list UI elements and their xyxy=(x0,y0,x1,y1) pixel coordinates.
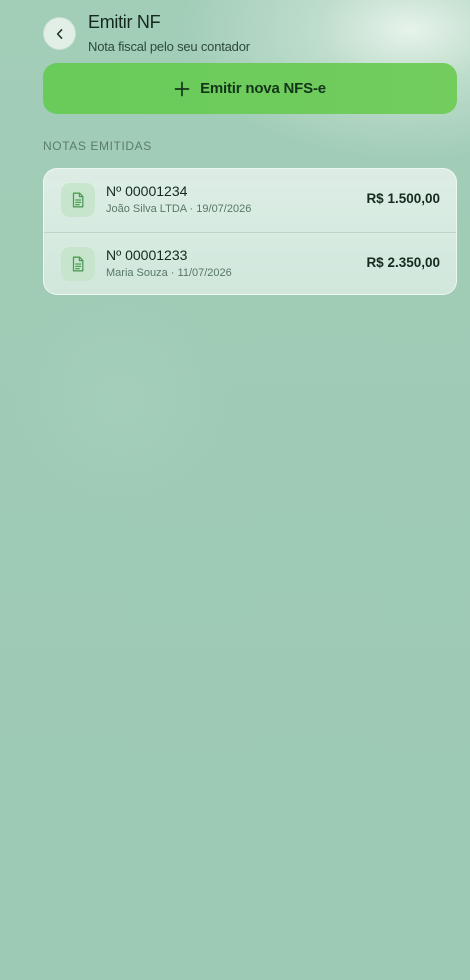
note-meta: João Silva LTDA · 19/07/2026 xyxy=(106,203,252,215)
note-number: Nº 00001233 xyxy=(106,247,188,263)
note-row[interactable]: Nº 00001234 João Silva LTDA · 19/07/2026… xyxy=(44,169,456,232)
note-row[interactable]: Nº 00001233 Maria Souza · 11/07/2026 R$ … xyxy=(44,232,456,294)
chevron-left-icon xyxy=(56,28,62,39)
page-subtitle: Nota fiscal pelo seu contador xyxy=(88,39,250,54)
plus-icon xyxy=(174,81,190,96)
note-number: Nº 00001234 xyxy=(106,183,188,199)
page-title: Emitir NF xyxy=(88,12,161,32)
note-amount: R$ 1.500,00 xyxy=(366,191,440,206)
section-label: NOTAS EMITIDAS xyxy=(43,139,152,153)
page-header: Emitir NF Nota fiscal pelo seu contador xyxy=(43,12,457,56)
note-meta: Maria Souza · 11/07/2026 xyxy=(106,267,232,279)
document-icon xyxy=(61,183,95,217)
note-amount: R$ 2.350,00 xyxy=(366,255,440,270)
issue-nfse-button-label: Emitir nova NFS-e xyxy=(200,80,326,97)
back-button[interactable] xyxy=(43,17,76,50)
document-icon xyxy=(61,247,95,281)
issue-nfse-button[interactable]: Emitir nova NFS-e xyxy=(43,63,457,114)
notes-list: Nº 00001234 João Silva LTDA · 19/07/2026… xyxy=(43,168,457,295)
